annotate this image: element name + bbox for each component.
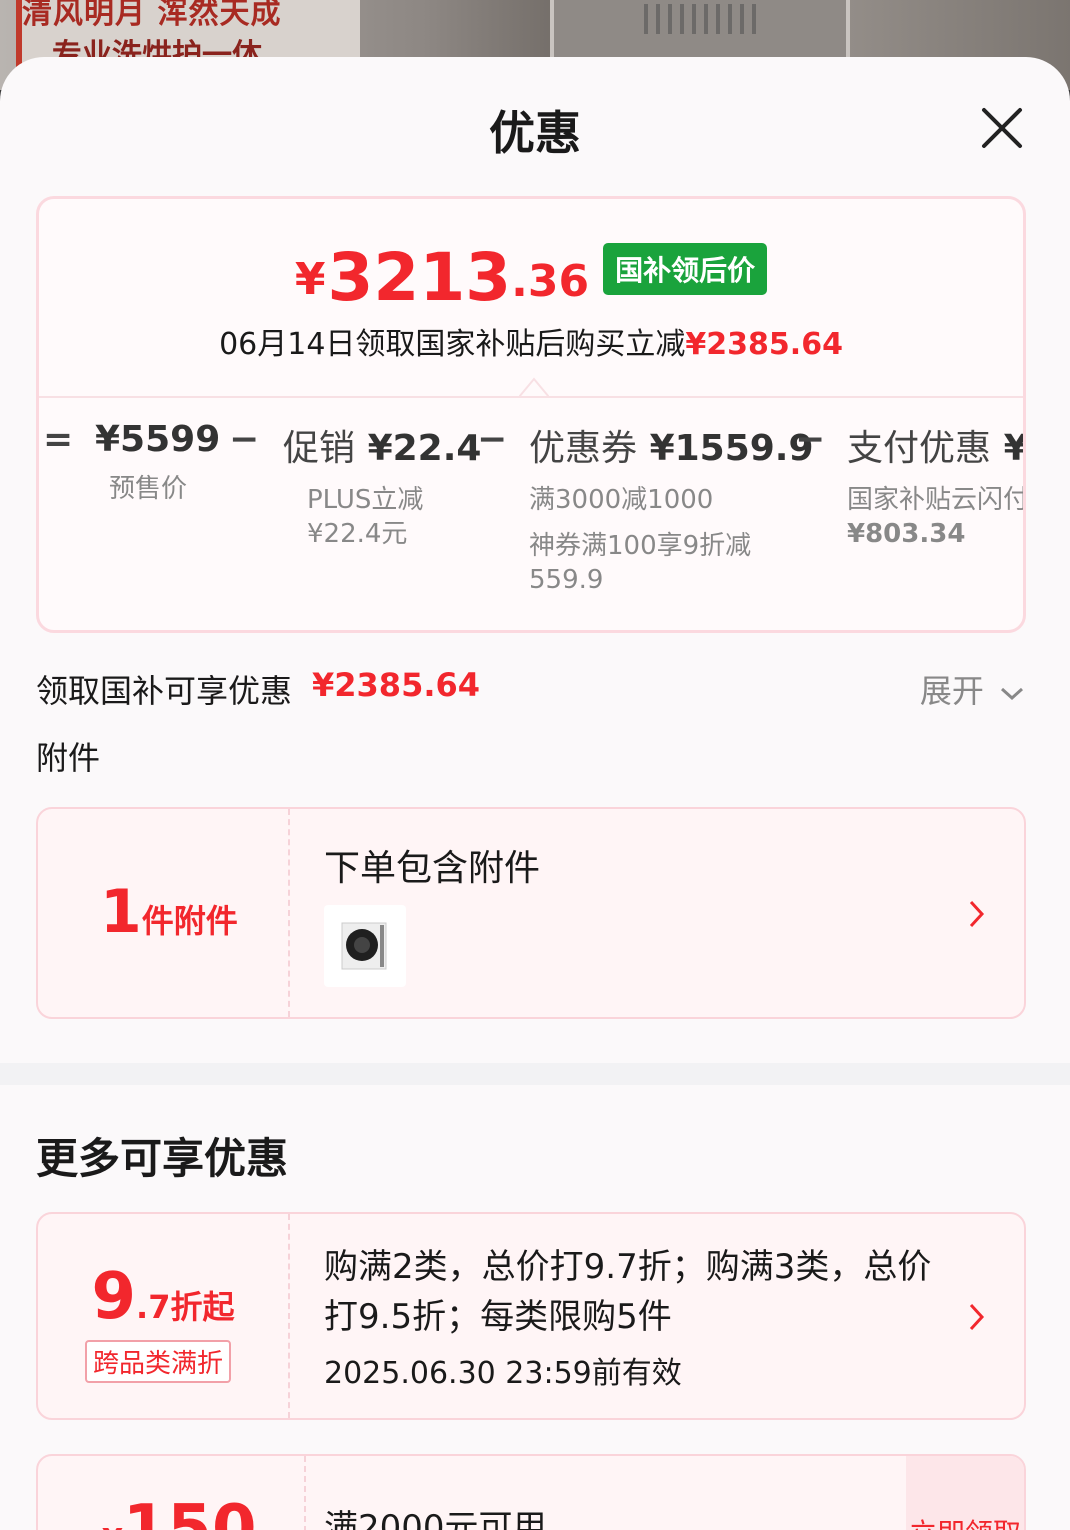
currency-symbol: ¥ [294,254,326,305]
attachment-product-image [341,922,387,970]
price-breakdown[interactable]: = ¥5599 预售价 − 促销 ¥22.4 PLUS立减 ¥22.4元 − 优… [39,419,1023,619]
expand-button[interactable]: 展开 [920,666,1026,712]
chevron-down-icon [1000,687,1024,701]
savings-value: ¥2385.64 [312,666,481,704]
payment-desc-2: ¥803.34 [847,519,966,549]
breakdown-payment: 支付优惠 ¥803.34 国家补贴云闪付 ¥803.34 [847,419,1023,551]
close-icon [982,108,1022,148]
presale-label: 预售价 [109,474,188,504]
minus-sign: − [229,419,260,460]
promotion-desc-2: ¥22.4元 [307,519,408,549]
attachment-detail: 下单包含附件 [290,809,1024,1017]
breakdown-promotion: 促销 ¥22.4 PLUS立减 ¥22.4元 [283,419,481,551]
coupon-amount-value: 150 [122,1492,257,1530]
discount-expiry: 2025.06.30 23:59前有效 [324,1356,682,1391]
breakdown-coupon: 优惠券 ¥1559.9 满3000减1000 神券满100享9折减 559.9 [529,419,814,597]
chevron-right-icon[interactable] [966,1300,988,1334]
divider [39,396,1023,398]
attachment-count: 1件附件 [100,877,238,947]
presale-price: ¥5599 [95,419,221,460]
coupon-desc-2: 神券满100享9折减 [529,531,752,561]
promotion-desc-1: PLUS立减 [307,485,424,515]
payment-value: ¥803.34 [1003,428,1023,469]
attachments-title: 附件 [36,739,101,777]
attachment-thumbnail[interactable] [324,905,406,987]
subsidy-savings-row: 领取国补可享优惠 ¥2385.64 展开 [36,666,1026,710]
savings-label: 领取国补可享优惠 [36,672,293,710]
discount-detail: 购满2类，总价打9.7折；购满3类，总价打9.5折；每类限购5件 2025.06… [290,1214,1024,1418]
claim-coupon-button[interactable]: 立即领取 [906,1456,1024,1530]
close-button[interactable] [976,102,1028,154]
section-separator [0,1063,1070,1085]
discount-rate-suffix: .7折起 [136,1288,235,1326]
more-offers-title: 更多可享优惠 [36,1134,289,1183]
discount-rate: 9.7折起 [38,1260,288,1334]
attachment-card[interactable]: 1件附件 下单包含附件 [36,807,1026,1019]
price-summary-card: ¥ 3213 .36 国补领后价 06月14日领取国家补贴后购买立减¥2385.… [36,196,1026,633]
subsidy-amount: ¥2385.64 [685,327,843,362]
coupon-value: ¥1559.9 [649,428,814,469]
price-decimal: .36 [511,256,590,307]
sheet-title: 优惠 [489,106,581,160]
attachment-count-number: 1 [100,877,142,947]
breakdown-presale: ¥5599 预售价 [95,419,220,506]
coupon-desc-1: 满3000减1000 [529,485,714,515]
promotion-value: ¥22.4 [367,428,482,469]
subsidy-text: 06月14日领取国家补贴后购买立减 [219,327,686,362]
discount-sheet: 优惠 ¥ 3213 .36 国补领后价 06月14日领取国家补贴后购买立减¥23… [0,57,1070,1530]
discount-tag: 跨品类满折 [85,1340,232,1383]
price-subtitle: 06月14日领取国家补贴后购买立减¥2385.64 [39,319,1023,363]
chevron-right-icon[interactable] [966,897,988,931]
payment-desc-1: 国家补贴云闪付 [847,485,1023,515]
payment-label: 支付优惠 [847,428,992,469]
discount-left-panel: 9.7折起 跨品类满折 [38,1214,290,1418]
attachment-text: 下单包含附件 [324,848,541,889]
coupon-amount-panel: ¥150 [38,1456,306,1530]
minus-sign: − [795,419,826,460]
discount-rate-integer: 9 [91,1260,137,1334]
coupon-card-150[interactable]: ¥150 满2000元可用 立即领取 [36,1454,1026,1530]
equals-sign: = [43,419,74,460]
coupon-desc-3: 559.9 [529,565,604,595]
pointer-triangle [519,377,549,397]
cross-category-discount-card[interactable]: 9.7折起 跨品类满折 购满2类，总价打9.7折；购满3类，总价打9.5折；每类… [36,1212,1026,1420]
banner-line-1: 清风明月 浑然天成 [22,0,282,31]
machine-control-panel [644,4,764,34]
attachment-count-panel: 1件附件 [38,809,290,1017]
coupon-amount: ¥150 [102,1492,256,1530]
coupon-currency: ¥ [102,1523,123,1530]
final-price: ¥ 3213 .36 国补领后价 [39,241,1023,311]
coupon-condition: 满2000元可用 [324,1508,547,1530]
subsidy-price-badge: 国补领后价 [603,243,768,295]
price-integer: 3213 [327,239,512,316]
discount-description: 购满2类，总价打9.7折；购满3类，总价打9.5折；每类限购5件 [324,1247,932,1337]
expand-label: 展开 [919,672,984,710]
attachment-count-unit: 件附件 [141,902,238,940]
promotion-label: 促销 [283,428,356,469]
minus-sign: − [477,419,508,460]
coupon-label: 优惠券 [529,428,638,469]
